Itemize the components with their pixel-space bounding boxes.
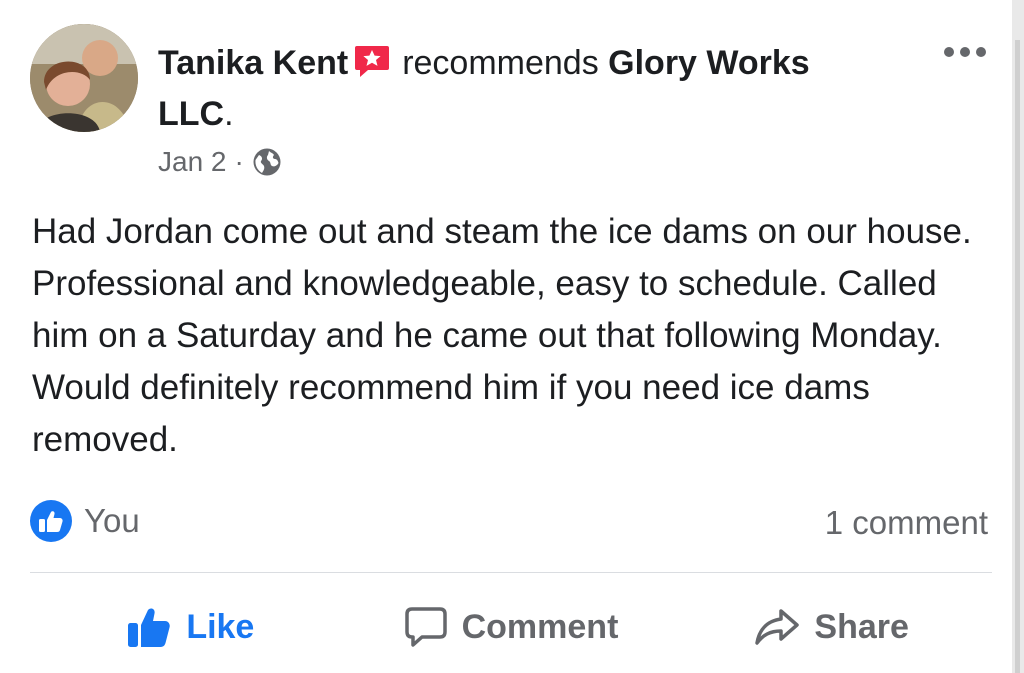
share-arrow-icon	[754, 607, 800, 647]
reactions-summary[interactable]: You	[30, 500, 140, 542]
post-header: Tanika Kent recommends Glory Works LLC.	[158, 38, 858, 140]
thumbs-up-icon	[126, 605, 172, 649]
scrollbar-thumb[interactable]	[1015, 40, 1020, 673]
more-options-icon[interactable]	[944, 44, 996, 60]
scrollbar[interactable]	[1012, 0, 1024, 673]
share-label: Share	[814, 607, 909, 646]
like-label: Like	[186, 607, 255, 646]
page-name-suffix: .	[224, 95, 234, 133]
comment-label: Comment	[461, 607, 619, 646]
post-card: Tanika Kent recommends Glory Works LLC. J…	[0, 0, 1008, 673]
reaction-names[interactable]: You	[84, 502, 140, 540]
author-name[interactable]: Tanika Kent	[158, 44, 348, 82]
share-button[interactable]: Share	[671, 607, 992, 647]
recommends-verb: recommends	[402, 44, 599, 82]
meta-separator: ·	[234, 146, 244, 177]
comment-button[interactable]: Comment	[351, 606, 672, 648]
post-meta: Jan 2 ·	[158, 146, 282, 178]
thumbs-up-icon	[30, 500, 72, 542]
action-bar: Like Comment Share	[30, 582, 992, 672]
globe-icon[interactable]	[252, 147, 282, 177]
author-avatar[interactable]	[30, 24, 138, 132]
like-button[interactable]: Like	[30, 605, 351, 649]
post-body: Had Jordan come out and steam the ice da…	[32, 212, 972, 459]
actions-divider	[30, 572, 992, 573]
speech-bubble-icon	[404, 606, 448, 648]
comment-count[interactable]: 1 comment	[825, 504, 988, 542]
post-date[interactable]: Jan 2	[158, 146, 227, 178]
recommend-star-icon	[354, 42, 390, 77]
